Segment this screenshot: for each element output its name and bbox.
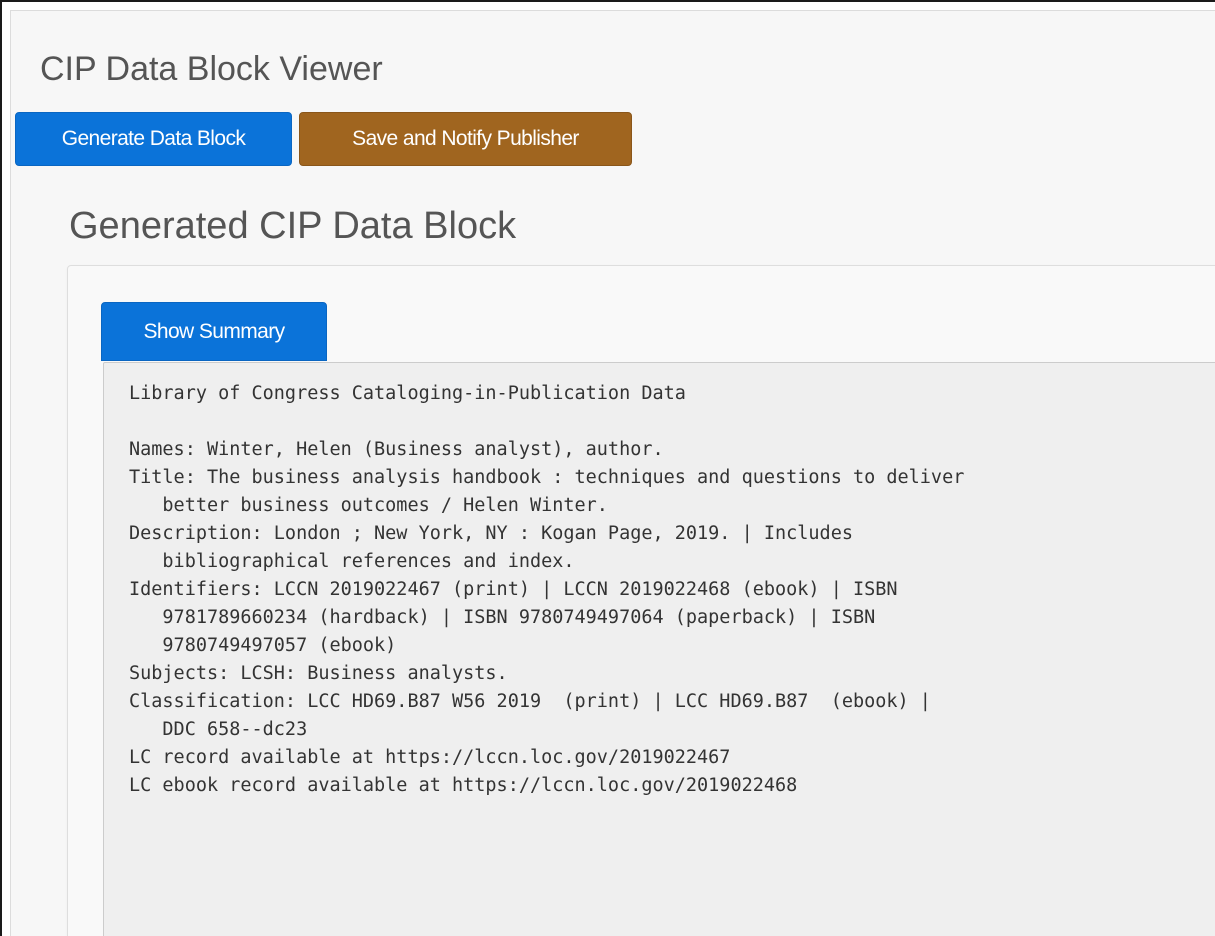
cip-line-description: Description: London ; New York, NY : Kog…: [129, 523, 853, 544]
cip-line-classification-cont: DDC 658--dc23: [129, 719, 308, 740]
cip-line-names: Names: Winter, Helen (Business analyst),…: [129, 439, 664, 460]
section-title: Generated CIP Data Block: [69, 205, 517, 247]
save-and-notify-publisher-button[interactable]: Save and Notify Publisher: [299, 112, 632, 166]
cip-line-identifiers: Identifiers: LCCN 2019022467 (print) | L…: [129, 579, 898, 600]
cip-line-subjects: Subjects: LCSH: Business analysts.: [129, 663, 508, 684]
cip-line-title: Title: The business analysis handbook : …: [129, 467, 965, 488]
cip-data-block-text: Library of Congress Cataloging-in-Public…: [129, 380, 964, 800]
page-title: CIP Data Block Viewer: [40, 50, 383, 88]
cip-line-lc-ebook-record: LC ebook record available at https://lcc…: [129, 775, 798, 796]
cip-line-lc-record: LC record available at https://lccn.loc.…: [129, 747, 731, 768]
cip-line-blank: [129, 408, 964, 436]
cip-line-classification: Classification: LCC HD69.B87 W56 2019 (p…: [129, 691, 931, 712]
generate-data-block-button[interactable]: Generate Data Block: [15, 112, 292, 166]
cip-line-identifiers-cont-2: 9780749497057 (ebook): [129, 635, 397, 656]
cip-line-identifiers-cont-1: 9781789660234 (hardback) | ISBN 97807494…: [129, 607, 876, 628]
show-summary-button[interactable]: Show Summary: [101, 302, 327, 361]
cip-line-description-cont: bibliographical references and index.: [129, 551, 575, 572]
cip-line-title-cont: better business outcomes / Helen Winter.: [129, 495, 608, 516]
cip-line-header: Library of Congress Cataloging-in-Public…: [129, 383, 686, 404]
screenshot-frame: CIP Data Block Viewer Generate Data Bloc…: [0, 0, 1215, 936]
